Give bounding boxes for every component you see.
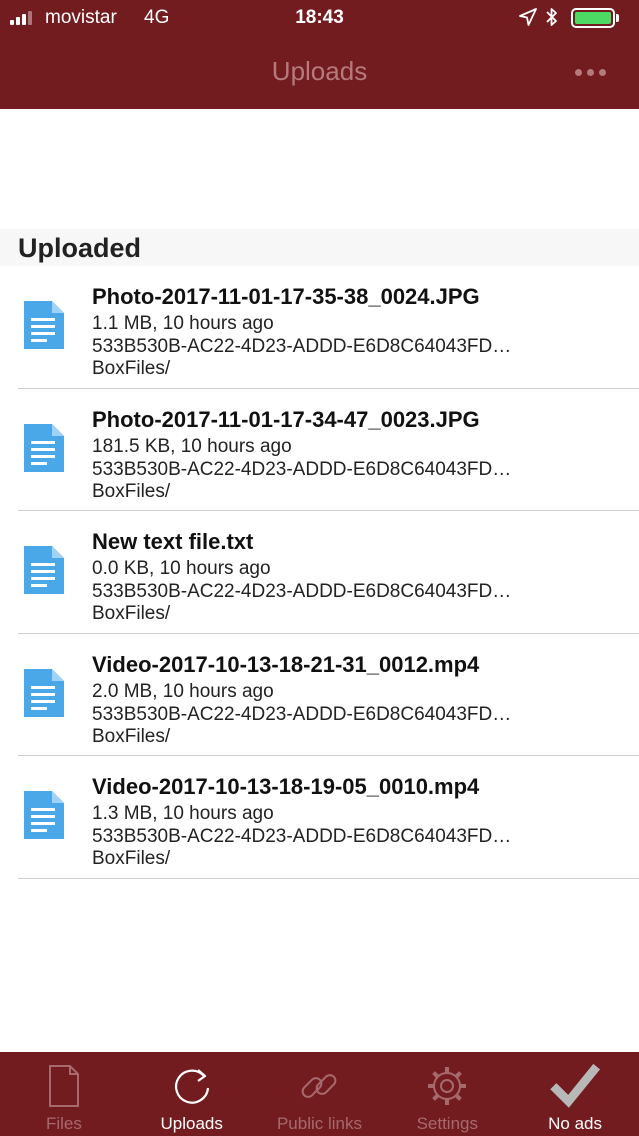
status-bar: movistar 4G 18:43 — [0, 0, 639, 36]
file-name: Video-2017-10-13-18-21-31_0012.mp4 — [92, 651, 480, 677]
file-row[interactable]: Photo-2017-11-01-17-34-47_0023.JPG 181.5… — [0, 389, 639, 512]
tab-label: Files — [45, 1114, 82, 1133]
page-title: Uploads — [271, 56, 368, 86]
tab-no-ads[interactable]: No ads — [511, 1052, 639, 1136]
tab-settings[interactable]: Settings — [383, 1052, 511, 1136]
file-path: BoxFiles/ — [92, 725, 171, 747]
file-size-time: 1.1 MB, 10 hours ago — [92, 313, 274, 334]
link-icon — [302, 1074, 337, 1098]
gear-icon — [428, 1067, 467, 1105]
file-row[interactable]: Video-2017-10-13-18-19-05_0010.mp4 1.3 M… — [0, 756, 639, 879]
file-identifier: 533B530B-AC22-4D23-ADDD-E6D8C64043FD… — [92, 581, 512, 603]
file-identifier: 533B530B-AC22-4D23-ADDD-E6D8C64043FD… — [92, 458, 512, 480]
row-divider — [18, 877, 639, 879]
file-name: Video-2017-10-13-18-19-05_0010.mp4 — [92, 774, 480, 800]
battery-icon — [571, 8, 615, 28]
file-path: BoxFiles/ — [92, 848, 171, 870]
file-path: BoxFiles/ — [92, 358, 171, 379]
file-size-time: 181.5 KB, 10 hours ago — [92, 435, 292, 457]
tab-label: Uploads — [160, 1114, 223, 1133]
status-time: 18:43 — [295, 7, 344, 28]
file-size-time: 0.0 KB, 10 hours ago — [92, 558, 271, 580]
file-row[interactable]: Photo-2017-11-01-17-35-38_0024.JPG 1.1 M… — [0, 266, 639, 389]
file-icon — [48, 1065, 79, 1107]
tab-label: No ads — [548, 1114, 603, 1133]
navigation-bar: Uploads — [0, 36, 639, 109]
refresh-arrow-icon — [174, 1069, 209, 1104]
file-name: Photo-2017-11-01-17-34-47_0023.JPG — [92, 406, 480, 432]
file-identifier: 533B530B-AC22-4D23-ADDD-E6D8C64043FD… — [92, 826, 512, 848]
file-name: New text file.txt — [92, 529, 254, 555]
tab-public-links[interactable]: Public links — [256, 1052, 384, 1136]
document-icon — [24, 668, 64, 717]
file-identifier: 533B530B-AC22-4D23-ADDD-E6D8C64043FD… — [92, 336, 512, 357]
battery-cap — [616, 14, 619, 22]
checkmark-icon — [550, 1063, 601, 1108]
document-icon — [24, 423, 64, 472]
file-name: Photo-2017-11-01-17-35-38_0024.JPG — [92, 284, 480, 309]
tab-label: Settings — [416, 1114, 478, 1133]
tab-files[interactable]: Files — [0, 1052, 128, 1136]
section-title: Uploaded — [18, 233, 142, 263]
file-identifier: 533B530B-AC22-4D23-ADDD-E6D8C64043FD… — [92, 703, 512, 725]
file-path: BoxFiles/ — [92, 603, 171, 625]
document-icon — [24, 546, 64, 595]
document-icon — [24, 791, 64, 840]
bluetooth-icon — [546, 8, 557, 26]
uploaded-file-list: Photo-2017-11-01-17-35-38_0024.JPG 1.1 M… — [0, 266, 639, 879]
document-icon — [24, 301, 64, 349]
tab-uploads[interactable]: Uploads — [128, 1052, 256, 1136]
tab-bar: Files Uploads Public links Settings No a… — [0, 1052, 639, 1136]
file-path: BoxFiles/ — [92, 480, 171, 502]
file-row[interactable]: Video-2017-10-13-18-21-31_0012.mp4 2.0 M… — [0, 634, 639, 757]
file-size-time: 2.0 MB, 10 hours ago — [92, 680, 274, 702]
more-dots-icon[interactable] — [570, 64, 610, 80]
file-size-time: 1.3 MB, 10 hours ago — [92, 803, 274, 825]
tab-label: Public links — [276, 1114, 363, 1133]
location-arrow-icon — [519, 8, 537, 26]
file-row[interactable]: New text file.txt 0.0 KB, 10 hours ago 5… — [0, 511, 639, 634]
section-header-uploaded: Uploaded — [0, 229, 639, 266]
